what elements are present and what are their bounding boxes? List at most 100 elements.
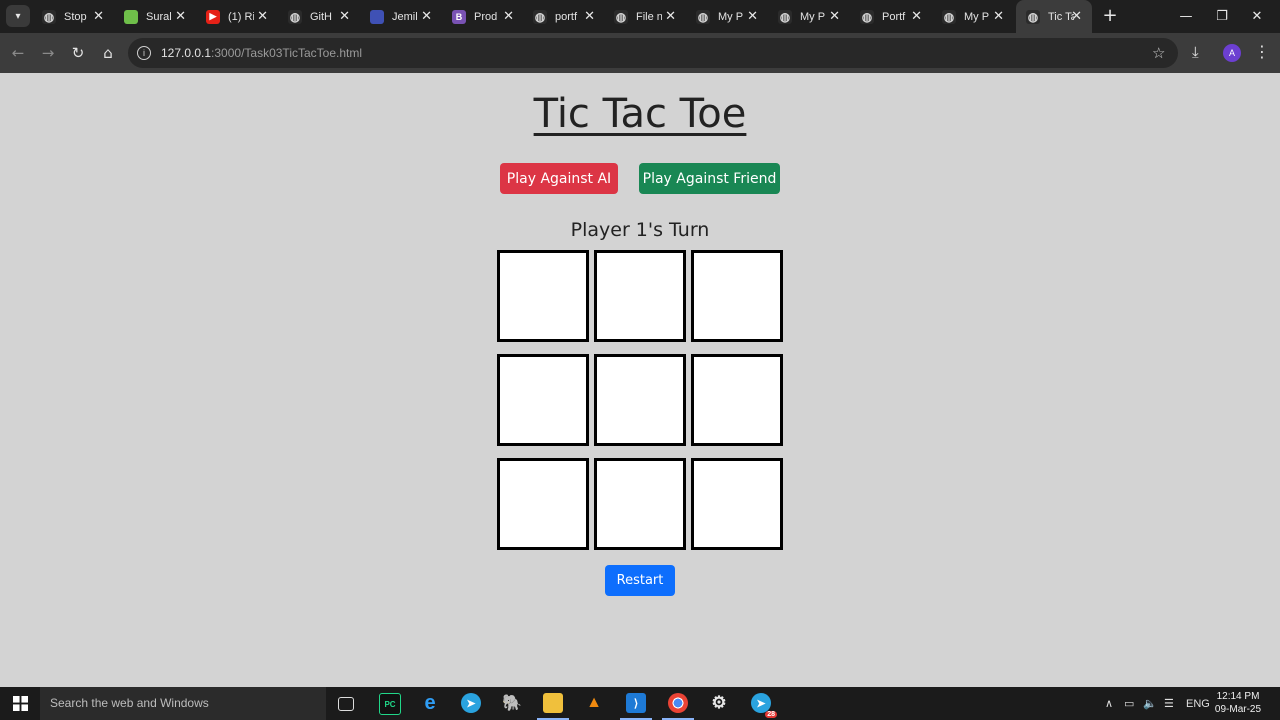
tab-title: Jemil (392, 10, 418, 23)
globe-icon: ◍ (860, 9, 874, 24)
tab-close-icon[interactable]: ✕ (747, 9, 758, 23)
bootstrap-icon: B (452, 9, 466, 24)
tab-title: portf (555, 10, 578, 23)
globe-icon: ◍ (1026, 9, 1040, 24)
tab-title: Tic Ta (1048, 10, 1074, 23)
url-text[interactable]: 127.0.0.1:3000/Task03TicTacToe.html (161, 46, 362, 60)
edge-icon[interactable]: e (420, 692, 440, 714)
browser-tab[interactable]: ◍ My P ✕ (932, 0, 1014, 33)
browser-tab[interactable]: ◍ GitH ✕ (278, 0, 360, 33)
tab-close-icon[interactable]: ✕ (1071, 9, 1082, 23)
clock-date: 09-Mar-25 (1214, 704, 1262, 715)
site-info-icon[interactable]: i (137, 46, 151, 60)
clock-time: 12:14 PM (1216, 691, 1260, 702)
tab-close-icon[interactable]: ✕ (93, 9, 104, 23)
youtube-icon: ▶ (206, 9, 220, 24)
android-icon (124, 9, 138, 24)
tab-title: Portf (882, 10, 906, 23)
browser-tab[interactable]: Jemil ✕ (360, 0, 442, 33)
globe-icon: ◍ (942, 9, 956, 24)
notifications-icon[interactable]: ☰ (1164, 687, 1174, 720)
vscode-icon[interactable]: ⟩ (620, 693, 652, 720)
settings-icon[interactable]: ⚙ (709, 693, 729, 713)
board-cell[interactable] (497, 354, 589, 446)
play-against-friend-button[interactable]: Play Against Friend (639, 163, 780, 194)
browser-tab-strip: ▾ ◍ Stop ✕ Sural ✕ ▶ (1) Ri ✕ ◍ GitH ✕ Jemil ✕ B Prod ✕… (0, 0, 1280, 33)
tab-close-icon[interactable]: ✕ (421, 9, 432, 23)
taskbar-search-box[interactable]: Search the web and Windows (40, 687, 326, 720)
board-cell[interactable] (691, 458, 783, 550)
tab-close-icon[interactable]: ✕ (175, 9, 186, 23)
board-cell[interactable] (497, 458, 589, 550)
download-icon[interactable]: ⤓ (1192, 43, 1199, 61)
language-indicator[interactable]: ENG (1186, 687, 1210, 720)
board-cell[interactable] (594, 458, 686, 550)
browser-tab[interactable]: ◍ File n ✕ (604, 0, 686, 33)
board-cell[interactable] (691, 354, 783, 446)
tab-title: Stop (64, 10, 87, 23)
tab-title: My P (800, 10, 826, 23)
home-icon[interactable]: ⌂ (97, 42, 119, 64)
chrome-icon[interactable] (662, 693, 694, 720)
browser-toolbar: ← → ↻ ⌂ i 127.0.0.1:3000/Task03TicTacToe… (0, 33, 1280, 73)
profile-avatar[interactable]: A (1223, 44, 1241, 62)
browser-tab[interactable]: ◍ portf ✕ (523, 0, 605, 33)
new-tab-button[interactable]: + (1100, 6, 1120, 26)
menu-kebab-icon[interactable]: ⋮ (1254, 42, 1270, 61)
bookmark-star-icon[interactable]: ☆ (1152, 44, 1165, 62)
browser-tab[interactable]: ◍ Tic Ta ✕ (1016, 0, 1092, 33)
back-arrow-icon[interactable]: ← (7, 42, 29, 64)
tab-title: GitH (310, 10, 332, 23)
page-title: Tic Tac Toe (533, 91, 747, 137)
windows-taskbar: Search the web and Windows PC e ➤ 🐘 ▲ ⟩ … (0, 687, 1280, 720)
tray-chevron-icon[interactable]: ∧ (1105, 687, 1113, 720)
browser-tab[interactable]: B Prod ✕ (442, 0, 524, 33)
tab-close-icon[interactable]: ✕ (584, 9, 595, 23)
address-bar[interactable]: i 127.0.0.1:3000/Task03TicTacToe.html ☆ (128, 38, 1178, 68)
battery-icon[interactable]: ▭ (1124, 687, 1134, 720)
browser-tab[interactable]: ◍ Portf ✕ (850, 0, 932, 33)
board-cell[interactable] (594, 354, 686, 446)
close-window-button[interactable]: ✕ (1234, 0, 1280, 33)
tab-title: File n (636, 10, 662, 23)
turn-status: Player 1's Turn (570, 219, 710, 241)
task-view-icon[interactable] (338, 697, 354, 711)
forward-arrow-icon[interactable]: → (37, 42, 59, 64)
vlc-icon[interactable]: ▲ (584, 693, 604, 713)
volume-icon[interactable]: 🔈 (1143, 687, 1157, 720)
globe-icon: ◍ (696, 9, 710, 24)
browser-tab[interactable]: ◍ My P ✕ (768, 0, 850, 33)
tab-close-icon[interactable]: ✕ (339, 9, 350, 23)
tab-close-icon[interactable]: ✕ (829, 9, 840, 23)
restart-button[interactable]: Restart (605, 565, 675, 596)
github-icon: ◍ (288, 9, 302, 24)
browser-tab[interactable]: ◍ Stop ✕ (32, 0, 114, 33)
globe-icon: ◍ (42, 9, 56, 24)
tab-close-icon[interactable]: ✕ (257, 9, 268, 23)
browser-tab[interactable]: ▶ (1) Ri ✕ (196, 0, 278, 33)
notification-badge: 28 (765, 711, 777, 718)
board-cell[interactable] (594, 250, 686, 342)
browser-tab[interactable]: Sural ✕ (114, 0, 196, 33)
system-clock[interactable]: 12:14 PM 09-Mar-25 (1210, 690, 1266, 716)
tab-title: My P (964, 10, 990, 23)
board-cell[interactable] (497, 250, 589, 342)
url-path: :3000/Task03TicTacToe.html (211, 46, 363, 60)
tab-close-icon[interactable]: ✕ (503, 9, 514, 23)
app-icon (370, 9, 384, 24)
browser-tab[interactable]: ◍ My P ✕ (686, 0, 768, 33)
telegram-icon[interactable]: ➤ 28 (751, 693, 777, 718)
telegram-icon[interactable]: ➤ (461, 693, 481, 713)
tab-title: Prod (474, 10, 498, 23)
file-explorer-icon[interactable] (537, 693, 569, 720)
tab-search-button[interactable]: ▾ (6, 5, 30, 27)
postgres-icon[interactable]: 🐘 (502, 693, 522, 713)
pycharm-icon[interactable]: PC (379, 693, 401, 715)
windows-start-icon[interactable] (0, 687, 40, 720)
reload-icon[interactable]: ↻ (67, 42, 89, 64)
tab-close-icon[interactable]: ✕ (993, 9, 1004, 23)
play-against-ai-button[interactable]: Play Against AI (500, 163, 618, 194)
tab-close-icon[interactable]: ✕ (665, 9, 676, 23)
board-cell[interactable] (691, 250, 783, 342)
tab-close-icon[interactable]: ✕ (911, 9, 922, 23)
